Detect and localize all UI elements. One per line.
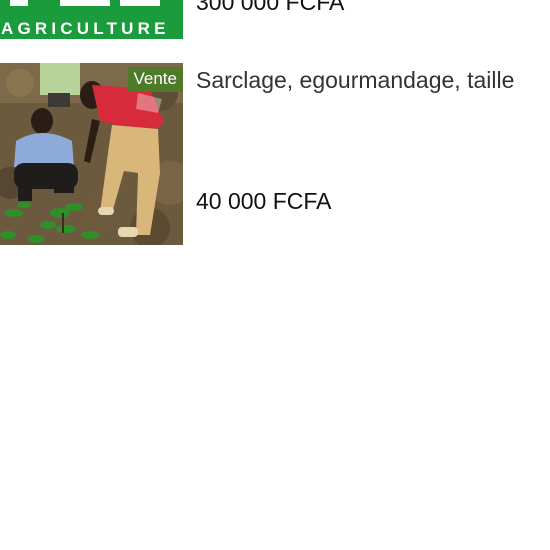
listing-price: 40 000 FCFA — [196, 188, 332, 214]
listing-thumbnail[interactable]: AGRICULTURE — [0, 0, 183, 39]
logo-text: AGRICULTURE — [1, 19, 170, 38]
listing-price: 300 000 FCFA — [196, 0, 345, 15]
listings-page: AGRICULTURE 300 000 FCFA Vente Sarclage,… — [0, 0, 550, 550]
listing-thumbnail[interactable]: Vente — [0, 63, 183, 245]
logo-letter-shape — [60, 0, 110, 6]
listing-card[interactable]: AGRICULTURE 300 000 FCFA — [0, 0, 550, 40]
logo-letter-shape — [120, 0, 160, 6]
status-badge: Vente — [127, 67, 183, 92]
logo-letter-shape — [10, 0, 28, 6]
listing-title[interactable]: Sarclage, egourmandage, taille — [196, 67, 514, 94]
listing-card[interactable]: Vente Sarclage, egourmandage, taille 40 … — [0, 63, 550, 246]
